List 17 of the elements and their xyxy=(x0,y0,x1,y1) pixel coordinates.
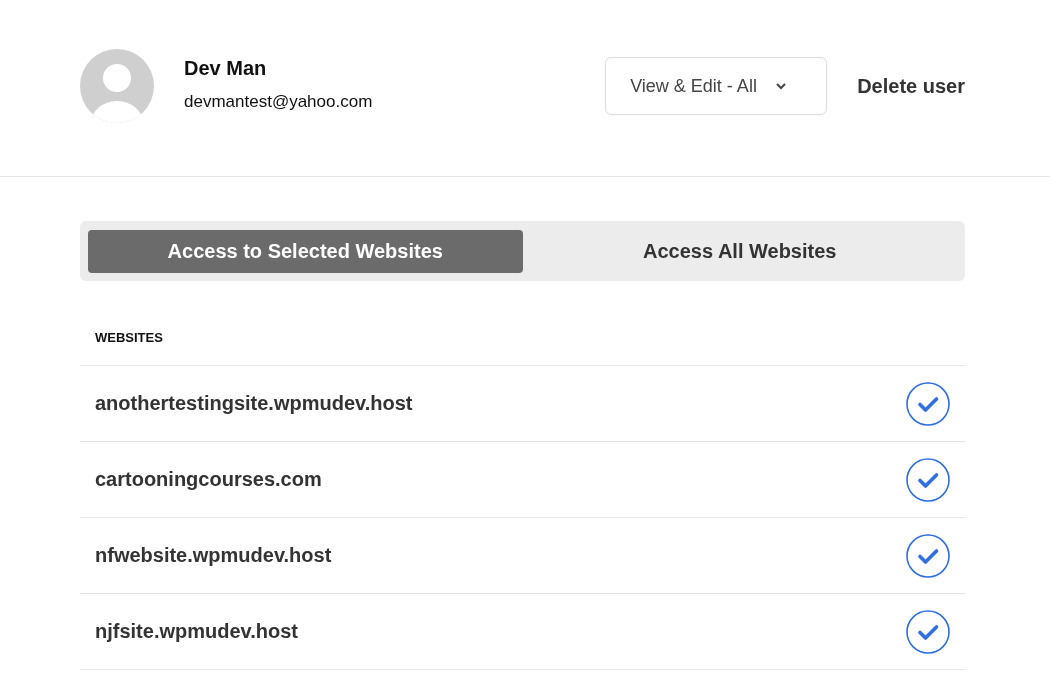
website-name: njfsite.wpmudev.host xyxy=(95,620,298,643)
checked-circle-icon[interactable] xyxy=(906,533,950,578)
checked-circle-icon[interactable] xyxy=(906,609,950,654)
delete-user-button[interactable]: Delete user xyxy=(857,74,965,98)
user-name: Dev Man xyxy=(184,57,268,80)
caret-icon xyxy=(774,82,787,90)
website-name: anothertestingsite.wpmudev.host xyxy=(95,392,413,415)
tab[interactable]: Access to Selected Websites xyxy=(88,230,523,273)
website-name: cartooningcourses.com xyxy=(95,468,322,491)
user-email: devmantest@yahoo.com xyxy=(184,92,373,112)
checked-circle-icon[interactable] xyxy=(906,381,950,426)
avatar-icon xyxy=(80,49,154,123)
tab[interactable]: Access All Websites xyxy=(522,230,957,273)
checked-circle-icon[interactable] xyxy=(906,457,950,502)
role-dropdown[interactable]: View & Edit - All xyxy=(605,57,828,115)
website-name: nfwebsite.wpmudev.host xyxy=(95,544,332,567)
websites-heading: WEBSITES xyxy=(80,281,965,366)
